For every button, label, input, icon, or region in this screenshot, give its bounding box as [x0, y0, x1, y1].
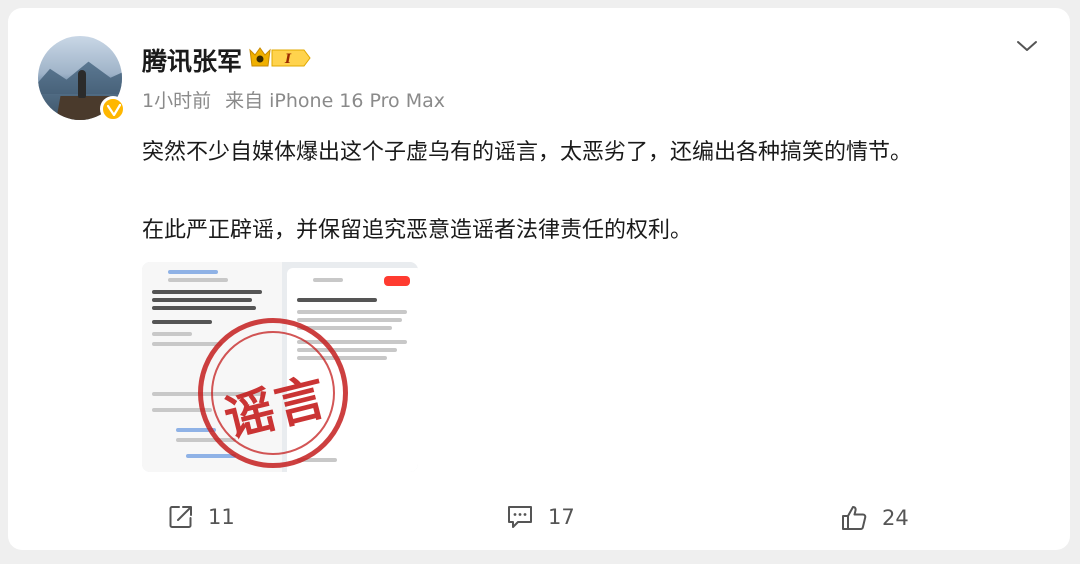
like-icon [842, 506, 867, 530]
post-text-line: 在此严正辟谣，并保留追究恶意造谣者法律责任的权利。 [142, 218, 693, 243]
author-name[interactable]: 腾讯张军 [142, 42, 242, 78]
line [152, 342, 222, 346]
repost-count: 11 [208, 505, 235, 529]
comment-count: 17 [548, 505, 575, 529]
line [168, 278, 228, 282]
screenshot-button [384, 276, 410, 286]
comment-icon [508, 506, 532, 528]
level-badge-icon[interactable]: I [248, 46, 312, 70]
line [297, 310, 407, 314]
line [168, 270, 218, 274]
line [152, 320, 212, 324]
line [152, 332, 192, 336]
chevron-down-icon[interactable] [1016, 38, 1038, 54]
repost-button[interactable]: 11 [168, 504, 235, 530]
line [152, 306, 256, 310]
line [152, 298, 252, 302]
line [297, 298, 377, 302]
line [186, 454, 236, 458]
comment-button[interactable]: 17 [506, 504, 575, 530]
post-image[interactable]: 谣言 [142, 262, 418, 472]
like-count: 24 [882, 506, 909, 530]
avatar-person [78, 70, 86, 98]
verified-icon [100, 96, 126, 122]
level-badge-text: I [284, 52, 292, 67]
post-source: 来自 iPhone 16 Pro Max [225, 90, 445, 112]
line [297, 318, 402, 322]
share-icon [169, 506, 192, 528]
post-card: 腾讯张军 I 1小时前 来自 iPhone 16 Pro Max 突然不少自媒体爆… [8, 8, 1070, 550]
like-button[interactable]: 24 [840, 504, 909, 532]
line [152, 290, 262, 294]
post-meta: 1小时前 来自 iPhone 16 Pro Max [142, 86, 445, 113]
line [313, 278, 343, 282]
post-time[interactable]: 1小时前 [142, 90, 211, 112]
post-text-line: 突然不少自媒体爆出这个子虚乌有的谣言，太恶劣了，还编出各种搞笑的情节。 [142, 140, 913, 165]
